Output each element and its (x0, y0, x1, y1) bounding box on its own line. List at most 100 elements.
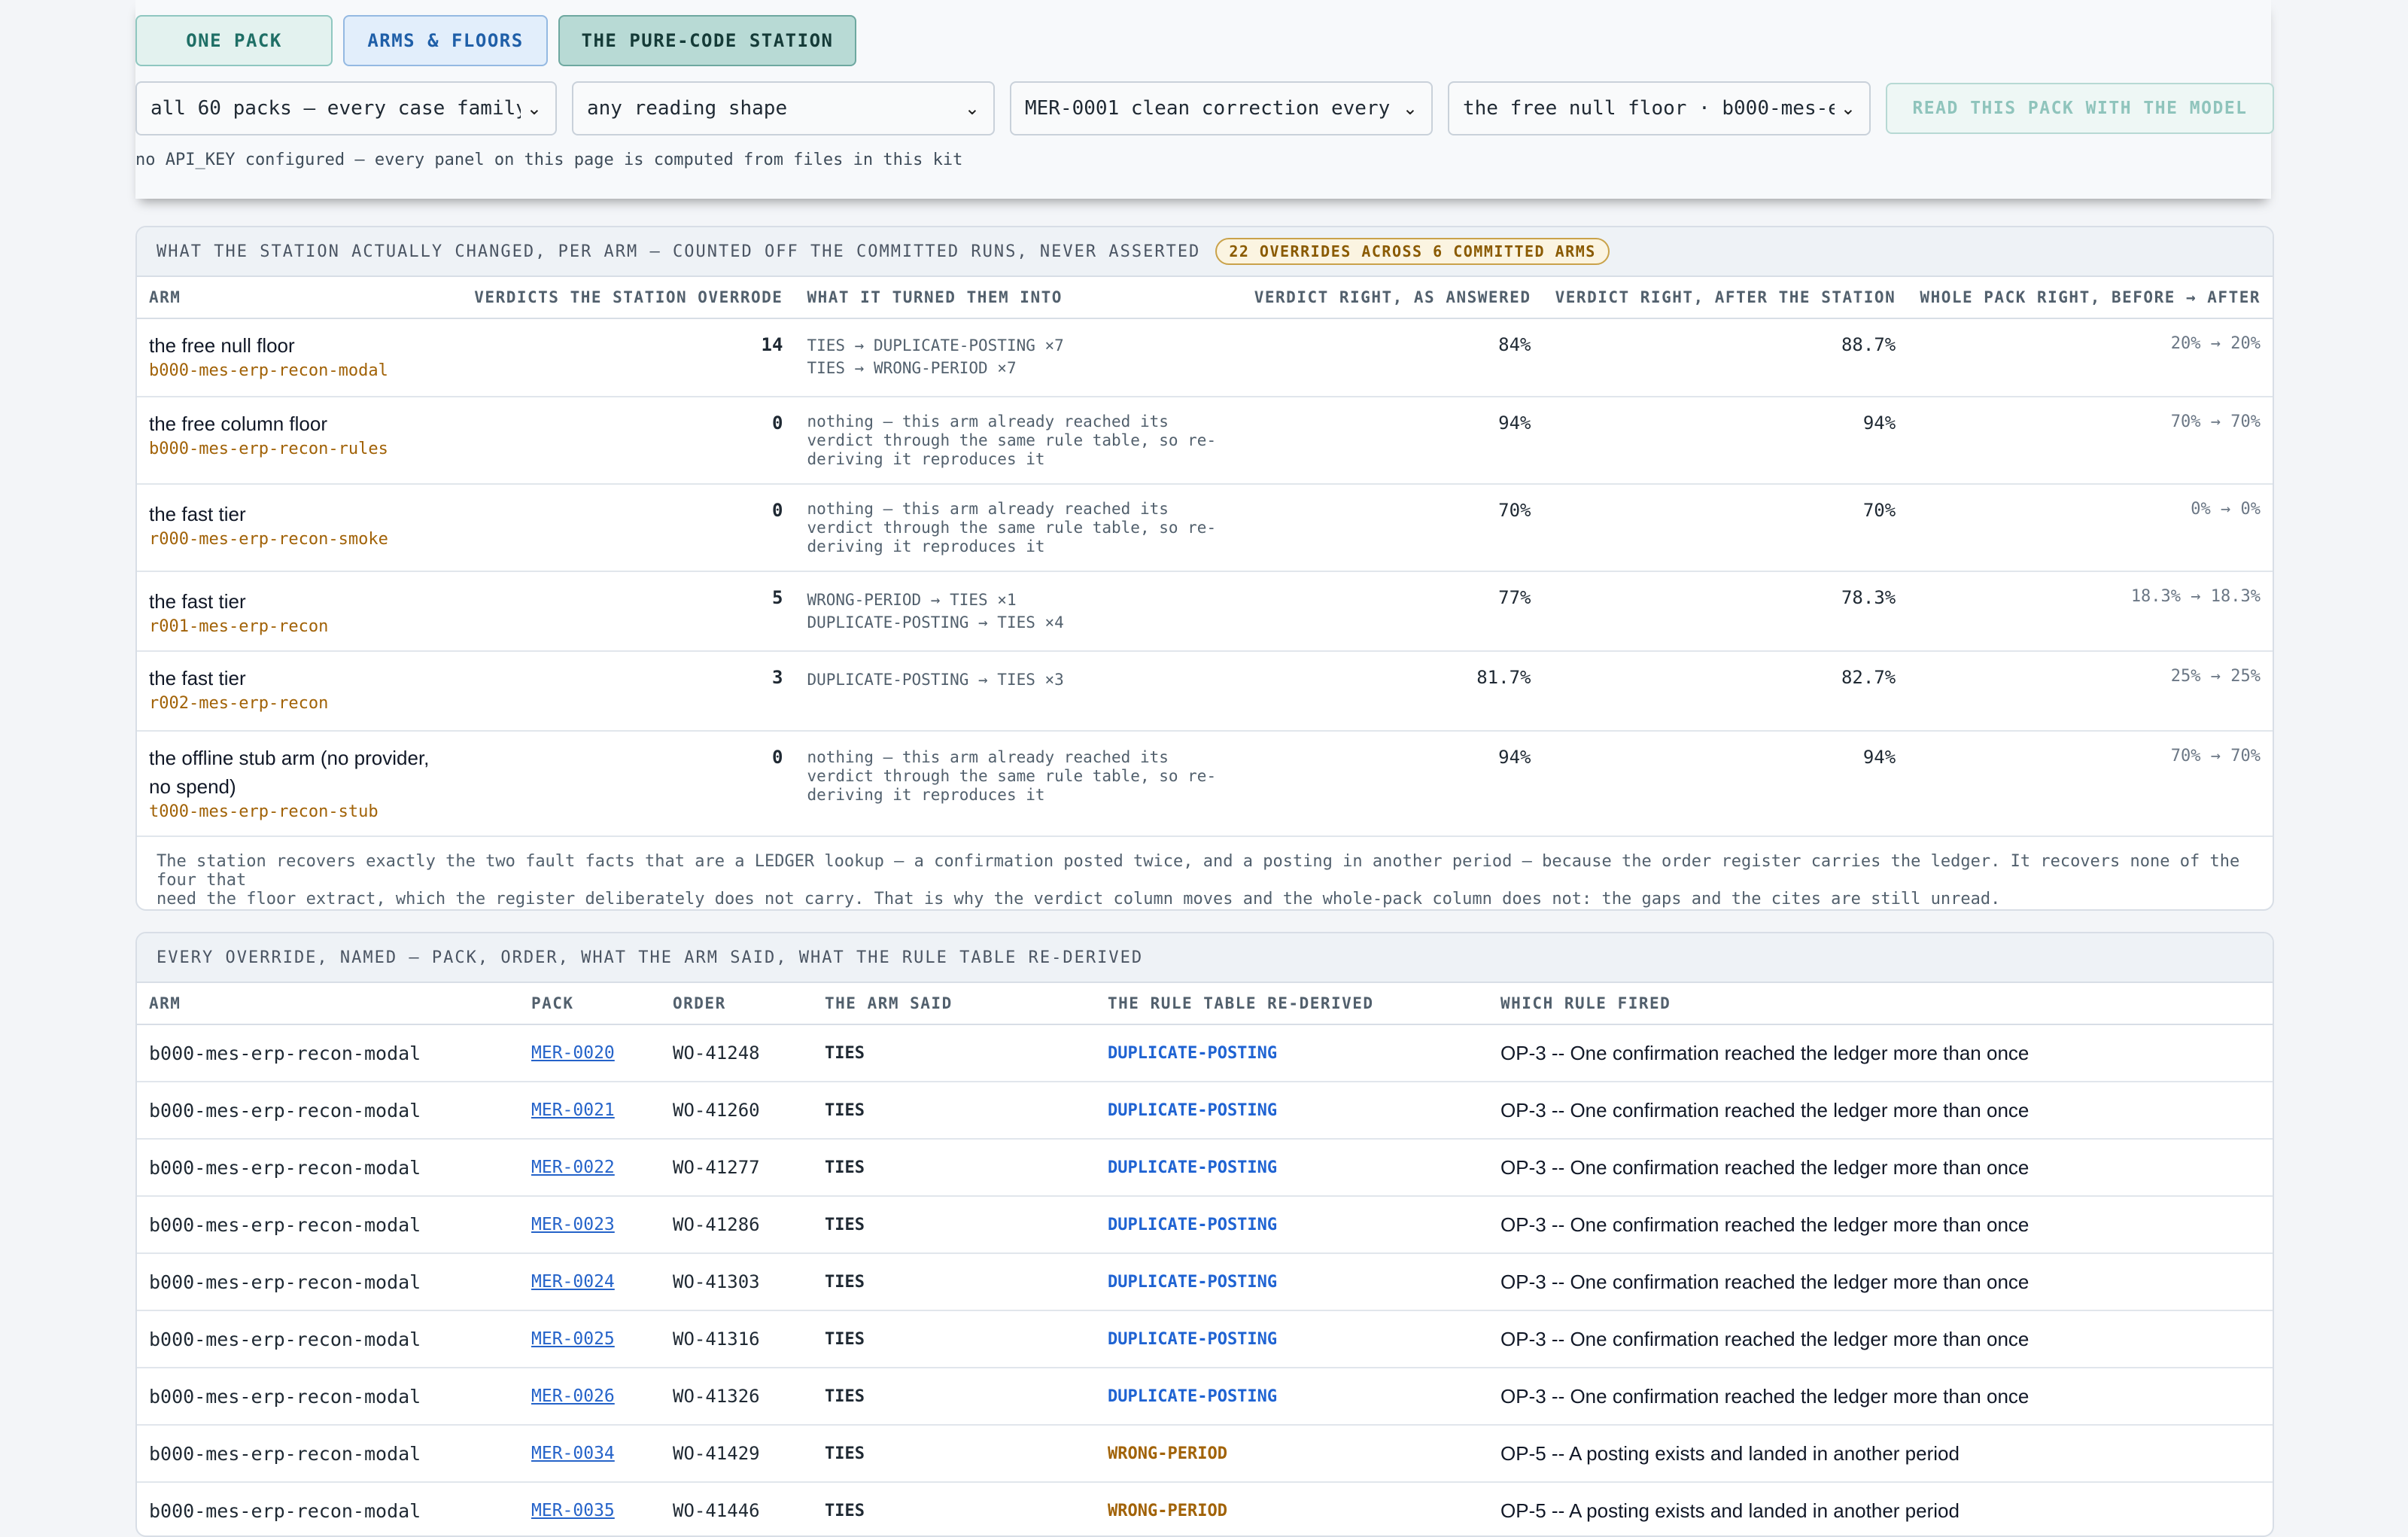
col-pack: PACK (519, 983, 661, 1025)
turned-into-line: nothing — this arm already reached its (807, 748, 1169, 766)
arm-verdict: TIES (813, 1196, 1096, 1254)
col-right-after-station: VERDICT RIGHT, AFTER THE STATION (1543, 277, 1908, 319)
arm-id: r002-mes-erp-recon (149, 694, 329, 713)
pack-link[interactable]: MER-0025 (531, 1329, 615, 1349)
panel-header: WHAT THE STATION ACTUALLY CHANGED, PER A… (137, 227, 2273, 277)
rule-fired: OP-3 -- One confirmation reached the led… (1488, 1082, 2273, 1140)
rule-fired: OP-3 -- One confirmation reached the led… (1488, 1196, 2273, 1254)
turned-into-line: deriving it reproduces it (807, 786, 1045, 804)
pack-family-value: all 60 packs — every case family (150, 97, 521, 120)
arm-id: b000-mes-erp-recon-modal (137, 1024, 519, 1082)
table-row: the fast tier r001-mes-erp-recon 5 WRONG-… (137, 571, 2273, 652)
right-after-station: 78.3% (1841, 587, 1896, 608)
table-row: the fast tier r002-mes-erp-recon 3 DUPLIC… (137, 651, 2273, 732)
turned-into-line: deriving it reproduces it (807, 450, 1045, 468)
override-count: 3 (771, 667, 783, 688)
turned-into-line: nothing — this arm already reached its (807, 412, 1169, 431)
pack-link[interactable]: MER-0034 (531, 1444, 615, 1463)
order-id: WO-41286 (661, 1196, 813, 1254)
turned-into-line: TIES → DUPLICATE-POSTING ×7 (807, 336, 1064, 355)
turned-into-line: DUPLICATE-POSTING → TIES ×4 (807, 613, 1064, 632)
col-turned-into: WHAT IT TURNED THEM INTO (795, 277, 1242, 319)
pack-value: MER-0001 clean correction every (1025, 97, 1391, 120)
table-row: b000-mes-erp-recon-modal MER-0022 WO-412… (137, 1139, 2273, 1197)
right-after-station: 94% (1862, 747, 1896, 768)
arm-id: b000-mes-erp-recon-modal (137, 1253, 519, 1311)
pack-select[interactable]: MER-0001 clean correction every ⌄ (1010, 81, 1433, 135)
pack-family-select[interactable]: all 60 packs — every case family ⌄ (135, 81, 557, 135)
override-count-badge: 22 OVERRIDES ACROSS 6 COMMITTED ARMS (1215, 238, 1610, 265)
rederived-verdict: WRONG-PERIOD (1096, 1482, 1488, 1535)
read-pack-button[interactable]: READ THIS PACK WITH THE MODEL (1886, 83, 2274, 134)
footnote-line: need the floor extract, which the regist… (157, 890, 2001, 909)
override-list-panel: EVERY OVERRIDE, NAMED — PACK, ORDER, WHA… (135, 932, 2274, 1537)
rule-fired: OP-3 -- One confirmation reached the led… (1488, 1139, 2273, 1197)
table-header-row: ARM VERDICTS THE STATION OVERRODE WHAT I… (137, 277, 2273, 319)
tab-one-pack[interactable]: ONE PACK (135, 15, 333, 66)
turned-into-line: TIES → WRONG-PERIOD ×7 (807, 359, 1017, 377)
chevron-down-icon: ⌄ (1402, 98, 1418, 119)
table-row: b000-mes-erp-recon-modal MER-0021 WO-412… (137, 1082, 2273, 1140)
arm-id: r000-mes-erp-recon-smoke (149, 530, 388, 549)
pack-link[interactable]: MER-0035 (531, 1501, 615, 1520)
chevron-down-icon: ⌄ (1840, 98, 1856, 119)
arm-select[interactable]: the free null floor · b000-mes-erp-recon… (1448, 81, 1871, 135)
table-row: b000-mes-erp-recon-modal MER-0035 WO-414… (137, 1482, 2273, 1535)
arm-id: b000-mes-erp-recon-modal (137, 1482, 519, 1535)
reading-shape-value: any reading shape (587, 97, 788, 120)
arm-value: the free null floor · b000-mes-erp-recon… (1463, 97, 1835, 120)
col-whole-pack: WHOLE PACK RIGHT, BEFORE → AFTER (1908, 277, 2273, 319)
arm-name: the free null floor (149, 334, 295, 357)
turned-into-line: verdict through the same rule table, so … (807, 431, 1217, 449)
right-as-answered: 94% (1498, 747, 1531, 768)
order-id: WO-41248 (661, 1024, 813, 1082)
arm-id: b000-mes-erp-recon-rules (149, 440, 388, 458)
col-order: ORDER (661, 983, 813, 1025)
rederived-verdict: DUPLICATE-POSTING (1096, 1082, 1488, 1140)
override-count: 14 (761, 334, 783, 355)
pack-link[interactable]: MER-0021 (531, 1100, 615, 1120)
tab-pure-code-station[interactable]: THE PURE-CODE STATION (558, 15, 856, 66)
table-row: b000-mes-erp-recon-modal MER-0023 WO-412… (137, 1196, 2273, 1254)
arm-verdict: TIES (813, 1024, 1096, 1082)
arm-id: b000-mes-erp-recon-modal (149, 361, 388, 380)
footnote-line: The station recovers exactly the two fau… (157, 852, 2240, 890)
arm-verdict: TIES (813, 1425, 1096, 1483)
right-as-answered: 84% (1498, 334, 1531, 355)
arm-verdict: TIES (813, 1310, 1096, 1368)
whole-pack-before-after: 70% → 70% (2170, 412, 2261, 431)
tab-arms-floors[interactable]: ARMS & FLOORS (343, 15, 548, 66)
arm-id: b000-mes-erp-recon-modal (137, 1082, 519, 1140)
turned-into-line: DUPLICATE-POSTING → TIES ×3 (807, 671, 1064, 689)
pack-link[interactable]: MER-0026 (531, 1386, 615, 1406)
whole-pack-before-after: 70% → 70% (2170, 747, 2261, 765)
pack-link[interactable]: MER-0020 (531, 1043, 615, 1063)
right-after-station: 94% (1862, 412, 1896, 434)
col-right-as-answered: VERDICT RIGHT, AS ANSWERED (1242, 277, 1543, 319)
arm-id: b000-mes-erp-recon-modal (137, 1310, 519, 1368)
reading-shape-select[interactable]: any reading shape ⌄ (572, 81, 995, 135)
whole-pack-before-after: 20% → 20% (2170, 334, 2261, 353)
arm-name: the offline stub arm (no provider, no sp… (149, 747, 430, 798)
whole-pack-before-after: 0% → 0% (2191, 500, 2261, 519)
col-rederived: THE RULE TABLE RE-DERIVED (1096, 983, 1488, 1025)
rederived-verdict: DUPLICATE-POSTING (1096, 1196, 1488, 1254)
order-id: WO-41316 (661, 1310, 813, 1368)
pack-link[interactable]: MER-0024 (531, 1272, 615, 1292)
pack-link[interactable]: MER-0022 (531, 1158, 615, 1177)
right-as-answered: 70% (1498, 500, 1531, 521)
right-as-answered: 81.7% (1476, 667, 1531, 688)
turned-into-line: WRONG-PERIOD → TIES ×1 (807, 591, 1017, 609)
pack-link[interactable]: MER-0023 (531, 1215, 615, 1234)
arm-name: the fast tier (149, 503, 246, 525)
rule-fired: OP-3 -- One confirmation reached the led… (1488, 1024, 2273, 1082)
arm-id: b000-mes-erp-recon-modal (137, 1196, 519, 1254)
rule-fired: OP-3 -- One confirmation reached the led… (1488, 1368, 2273, 1426)
table-header-row: ARM PACK ORDER THE ARM SAID THE RULE TAB… (137, 983, 2273, 1025)
turned-into-line: nothing — this arm already reached its (807, 500, 1169, 518)
right-after-station: 70% (1862, 500, 1896, 521)
order-id: WO-41326 (661, 1368, 813, 1426)
table-row: the free null floor b000-mes-erp-recon-mo… (137, 318, 2273, 397)
col-rule-fired: WHICH RULE FIRED (1488, 983, 2273, 1025)
rule-fired: OP-3 -- One confirmation reached the led… (1488, 1253, 2273, 1311)
